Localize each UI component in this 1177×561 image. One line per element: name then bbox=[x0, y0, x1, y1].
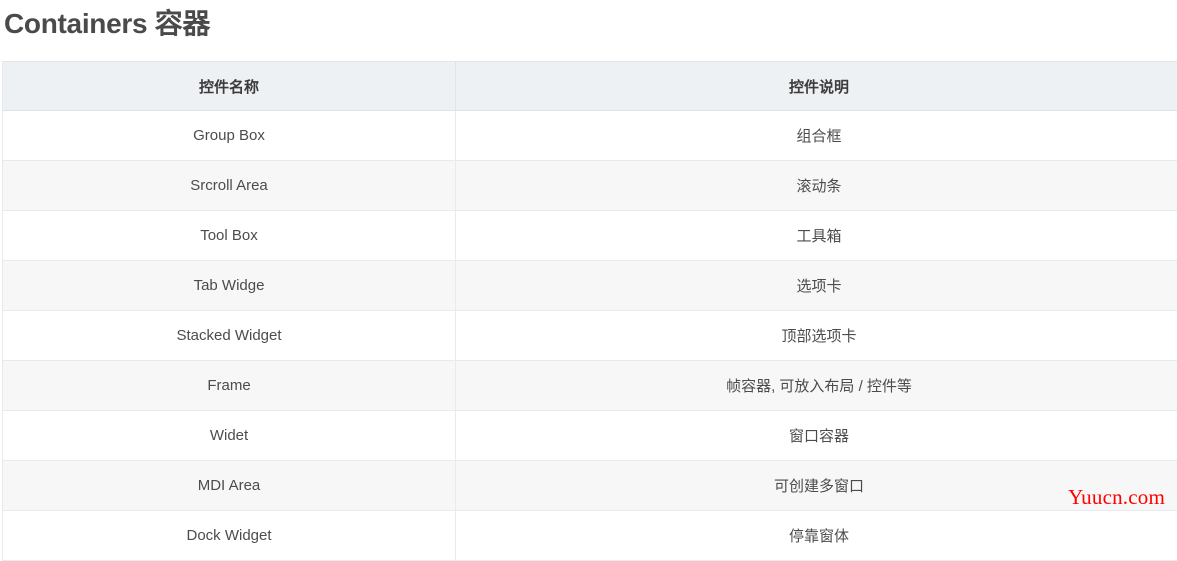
widget-table-container: 控件名称 控件说明 Group Box组合框Srcroll Area滚动条Too… bbox=[2, 61, 1177, 561]
table-row: Dock Widget停靠窗体 bbox=[3, 511, 1177, 561]
cell-widget-description: 停靠窗体 bbox=[456, 511, 1177, 561]
table-row: Tab Widge选项卡 bbox=[3, 261, 1177, 311]
cell-widget-name: Frame bbox=[3, 361, 456, 411]
containers-widget-table: 控件名称 控件说明 Group Box组合框Srcroll Area滚动条Too… bbox=[2, 61, 1177, 561]
cell-widget-description: 顶部选项卡 bbox=[456, 311, 1177, 361]
page-title: Containers 容器 bbox=[0, 0, 1177, 46]
column-header-widget-name: 控件名称 bbox=[3, 62, 456, 111]
cell-widget-name: MDI Area bbox=[3, 461, 456, 511]
cell-widget-description: 工具箱 bbox=[456, 211, 1177, 261]
cell-widget-description: 滚动条 bbox=[456, 161, 1177, 211]
cell-widget-name: Tab Widge bbox=[3, 261, 456, 311]
table-row: Tool Box工具箱 bbox=[3, 211, 1177, 261]
column-header-widget-description: 控件说明 bbox=[456, 62, 1177, 111]
table-row: Srcroll Area滚动条 bbox=[3, 161, 1177, 211]
table-header: 控件名称 控件说明 bbox=[3, 62, 1177, 111]
table-row: Stacked Widget顶部选项卡 bbox=[3, 311, 1177, 361]
table-row: MDI Area可创建多窗口 bbox=[3, 461, 1177, 511]
cell-widget-name: Dock Widget bbox=[3, 511, 456, 561]
cell-widget-description: 选项卡 bbox=[456, 261, 1177, 311]
cell-widget-name: Stacked Widget bbox=[3, 311, 456, 361]
cell-widget-description: 可创建多窗口 bbox=[456, 461, 1177, 511]
table-body: Group Box组合框Srcroll Area滚动条Tool Box工具箱Ta… bbox=[3, 111, 1177, 561]
cell-widget-description: 组合框 bbox=[456, 111, 1177, 161]
cell-widget-name: Tool Box bbox=[3, 211, 456, 261]
table-header-row: 控件名称 控件说明 bbox=[3, 62, 1177, 111]
cell-widget-name: Srcroll Area bbox=[3, 161, 456, 211]
cell-widget-description: 窗口容器 bbox=[456, 411, 1177, 461]
cell-widget-name: Group Box bbox=[3, 111, 456, 161]
cell-widget-name: Widet bbox=[3, 411, 456, 461]
table-row: Frame帧容器, 可放入布局 / 控件等 bbox=[3, 361, 1177, 411]
cell-widget-description: 帧容器, 可放入布局 / 控件等 bbox=[456, 361, 1177, 411]
table-row: Widet窗口容器 bbox=[3, 411, 1177, 461]
table-row: Group Box组合框 bbox=[3, 111, 1177, 161]
